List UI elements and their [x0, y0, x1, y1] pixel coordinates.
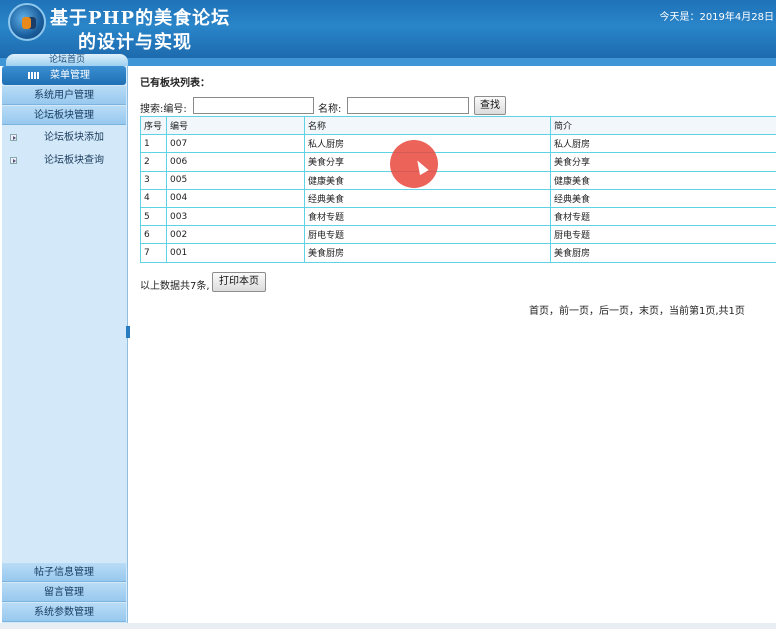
- site-title-line1: 基于PHP的美食论坛: [50, 8, 231, 29]
- table-cell: 食材专题: [550, 206, 776, 227]
- expand-arrow-icon: [10, 134, 17, 141]
- table-cell: 006: [166, 152, 305, 172]
- table-cell: 厨电专题: [304, 225, 551, 245]
- sidebar-item-label: 论坛板块添加: [44, 132, 104, 143]
- table-cell: 7: [140, 243, 167, 263]
- site-logo: [8, 3, 46, 41]
- list-title: 已有板块列表：: [140, 78, 210, 89]
- sidebar-item-board-management[interactable]: 论坛板块管理: [2, 106, 126, 125]
- site-title-line2: 的设计与实现: [78, 32, 192, 53]
- sidebar-item-system-users[interactable]: 系统用户管理: [2, 86, 126, 105]
- column-header: 简介: [550, 115, 776, 136]
- table-cell: 健康美食: [550, 170, 776, 190]
- table-header-row: 序号 编号 名称 简介: [140, 115, 776, 136]
- menu-header-label: 菜单管理: [50, 70, 90, 81]
- table-cell: 厨电专题: [550, 225, 776, 245]
- table-row: 5 003 食材专题 食材专题: [140, 206, 776, 227]
- table-cell: 私人厨房: [550, 134, 776, 154]
- table-cell: 美食厨房: [550, 243, 776, 263]
- table-row: 7 001 美食厨房 美食厨房: [140, 243, 776, 263]
- table-cell: 美食厨房: [304, 243, 551, 263]
- table-cell: 005: [166, 170, 305, 190]
- table-cell: 2: [140, 152, 167, 172]
- sidebar-item-message-management[interactable]: 留言管理: [2, 583, 126, 602]
- sidebar-item-board-query[interactable]: 论坛板块查询: [2, 150, 126, 172]
- table-row: 3 005 健康美食 健康美食: [140, 170, 776, 190]
- home-tab[interactable]: 论坛首页: [6, 54, 128, 66]
- table-cell: 美食分享: [550, 152, 776, 172]
- table-cell: 003: [166, 206, 305, 227]
- name-search-input[interactable]: [347, 97, 469, 114]
- expand-arrow-icon: [10, 157, 17, 164]
- record-count: 以上数据共7条,: [140, 281, 210, 292]
- table-row: 6 002 厨电专题 厨电专题: [140, 225, 776, 245]
- table-cell: 1: [140, 134, 167, 154]
- table-cell: 6: [140, 225, 167, 245]
- column-header: 序号: [140, 115, 167, 136]
- sidebar-item-board-add[interactable]: 论坛板块添加: [2, 127, 126, 149]
- table-cell: 007: [166, 134, 305, 154]
- code-search-input[interactable]: [193, 97, 314, 114]
- table-cell: 001: [166, 243, 305, 263]
- print-page-button[interactable]: 打印本页: [212, 272, 266, 292]
- table-cell: 004: [166, 188, 305, 208]
- current-date: 今天是：2019年4月28日: [659, 12, 774, 23]
- table-row: 1 007 私人厨房 私人厨房: [140, 134, 776, 154]
- table-row: 2 006 美食分享 美食分享: [140, 152, 776, 172]
- grid-icon: [28, 72, 40, 79]
- table-cell: 3: [140, 170, 167, 190]
- sidebar-item-post-management[interactable]: 帖子信息管理: [2, 563, 126, 582]
- table-cell: 5: [140, 206, 167, 227]
- sidebar-item-label: 论坛板块查询: [44, 155, 104, 166]
- board-table: 序号 编号 名称 简介 1 007 私人厨房 私人厨房 2 006 美食分享 美食分享 3 005…: [140, 115, 776, 263]
- table-cell: 经典美食: [304, 188, 551, 208]
- table-cell: 4: [140, 188, 167, 208]
- pagination[interactable]: 首页，前一页，后一页，末页，当前第1页,共1页: [529, 302, 745, 317]
- search-name-label: 名称:: [318, 104, 342, 115]
- menu-header[interactable]: 菜单管理: [2, 66, 126, 85]
- table-cell: 经典美食: [550, 188, 776, 208]
- search-code-label: 搜索:编号:: [140, 104, 187, 115]
- column-header: 名称: [304, 115, 551, 136]
- page-header: 基于PHP的美食论坛 的设计与实现 今天是：2019年4月28日: [0, 0, 776, 58]
- table-row: 4 004 经典美食 经典美食: [140, 188, 776, 208]
- table-cell: 002: [166, 225, 305, 245]
- column-header: 编号: [166, 115, 305, 136]
- search-button[interactable]: 查找: [474, 96, 506, 115]
- sidebar-item-system-params[interactable]: 系统参数管理: [2, 603, 126, 622]
- table-cell: 食材专题: [304, 206, 551, 227]
- bottom-bar: [0, 623, 776, 629]
